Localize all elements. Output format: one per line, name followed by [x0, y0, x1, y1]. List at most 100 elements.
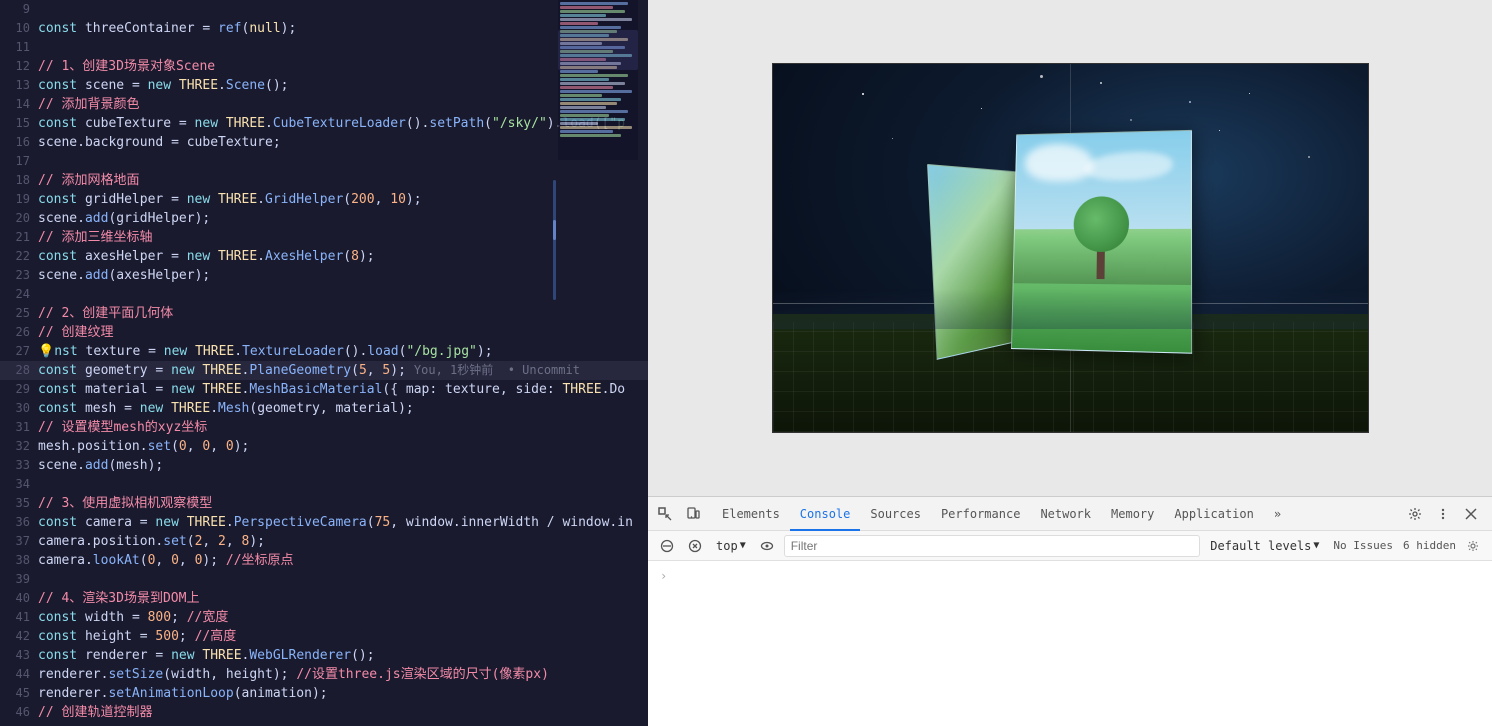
right-panel: Elements Console Sources Performance Net…: [648, 0, 1492, 726]
code-content: const geometry = new THREE.PlaneGeometry…: [38, 361, 648, 380]
tab-console[interactable]: Console: [790, 497, 861, 531]
line-number: 32: [0, 437, 38, 456]
table-row: 38 camera.lookAt(0, 0, 0); //坐标原点: [0, 551, 648, 570]
line-number: 35: [0, 494, 38, 513]
table-row: 12 // 1、创建3D场景对象Scene: [0, 57, 648, 76]
code-content: scene.add(gridHelper);: [38, 209, 648, 228]
table-row: 37 camera.position.set(2, 2, 8);: [0, 532, 648, 551]
line-number: 21: [0, 228, 38, 247]
table-row: 42 const height = 500; //高度: [0, 627, 648, 646]
line-number: 24: [0, 285, 38, 304]
table-row: 36 const camera = new THREE.PerspectiveC…: [0, 513, 648, 532]
table-row: 30 const mesh = new THREE.Mesh(geometry,…: [0, 399, 648, 418]
console-filter-button[interactable]: [684, 535, 706, 557]
tab-network[interactable]: Network: [1030, 497, 1101, 531]
devtools-toolbar: Elements Console Sources Performance Net…: [648, 497, 1492, 531]
inspect-element-button[interactable]: [652, 501, 678, 527]
devtools-settings-button[interactable]: [1402, 501, 1428, 527]
device-toolbar-button[interactable]: [680, 501, 706, 527]
table-row: 40 // 4、渲染3D场景到DOM上: [0, 589, 648, 608]
table-row: 44 renderer.setSize(width, height); //设置…: [0, 665, 648, 684]
devtools-close-button[interactable]: [1458, 501, 1484, 527]
line-number: 46: [0, 703, 38, 722]
hidden-settings-button[interactable]: [1462, 535, 1484, 557]
star: [892, 138, 893, 139]
table-row: 41 const width = 800; //宽度: [0, 608, 648, 627]
table-row: 28 const geometry = new THREE.PlaneGeome…: [0, 361, 648, 380]
minimap-lines: [558, 0, 638, 140]
line-number: 10: [0, 19, 38, 38]
line-number: 45: [0, 684, 38, 703]
code-content: const axesHelper = new THREE.AxesHelper(…: [38, 247, 648, 266]
line-number: 27: [0, 342, 38, 361]
line-number: 37: [0, 532, 38, 551]
table-row: 32 mesh.position.set(0, 0, 0);: [0, 437, 648, 456]
table-row: 29 const material = new THREE.MeshBasicM…: [0, 380, 648, 399]
line-number: 28: [0, 361, 38, 380]
console-toolbar: top ▼ Default levels ▼ No Issues 6 hidde…: [648, 531, 1492, 561]
console-chevron[interactable]: ›: [656, 567, 671, 585]
code-editor[interactable]: 9 10 const threeContainer = ref(null); 1…: [0, 0, 648, 726]
tab-application[interactable]: Application: [1164, 497, 1263, 531]
context-label: top: [716, 539, 738, 553]
devtools-panel: Elements Console Sources Performance Net…: [648, 496, 1492, 726]
code-content: // 3、使用虚拟相机观察模型: [38, 494, 648, 513]
devtools-more-button[interactable]: [1430, 501, 1456, 527]
code-content: // 4、渲染3D场景到DOM上: [38, 589, 648, 608]
table-row: 20 scene.add(gridHelper);: [0, 209, 648, 228]
table-row: 24: [0, 285, 648, 304]
devtools-tabs: Elements Console Sources Performance Net…: [712, 497, 1291, 531]
line-number: 43: [0, 646, 38, 665]
tab-sources[interactable]: Sources: [860, 497, 931, 531]
tab-memory[interactable]: Memory: [1101, 497, 1164, 531]
line-number: 23: [0, 266, 38, 285]
code-content: const renderer = new THREE.WebGLRenderer…: [38, 646, 648, 665]
code-content: const mesh = new THREE.Mesh(geometry, ma…: [38, 399, 648, 418]
table-row: 13 const scene = new THREE.Scene();: [0, 76, 648, 95]
code-content: mesh.position.set(0, 0, 0);: [38, 437, 648, 456]
context-selector[interactable]: top ▼: [712, 537, 750, 555]
line-number: 38: [0, 551, 38, 570]
table-row: 35 // 3、使用虚拟相机观察模型: [0, 494, 648, 513]
table-row: 18 // 添加网格地面: [0, 171, 648, 190]
issues-badge: No Issues: [1329, 539, 1397, 552]
code-content: camera.position.set(2, 2, 8);: [38, 532, 648, 551]
table-row: 15 const cubeTexture = new THREE.CubeTex…: [0, 114, 648, 133]
code-content: // 添加三维坐标轴: [38, 228, 648, 247]
code-content: const camera = new THREE.PerspectiveCame…: [38, 513, 648, 532]
table-row: 10 const threeContainer = ref(null);: [0, 19, 648, 38]
console-filter-input[interactable]: [784, 535, 1201, 557]
console-clear-button[interactable]: [656, 535, 678, 557]
console-content: ›: [648, 561, 1492, 726]
log-levels-selector[interactable]: Default levels ▼: [1206, 537, 1323, 555]
table-row: 45 renderer.setAnimationLoop(animation);: [0, 684, 648, 703]
tab-more[interactable]: »: [1264, 497, 1291, 531]
table-row: 26 // 创建纹理: [0, 323, 648, 342]
code-content: camera.lookAt(0, 0, 0); //坐标原点: [38, 551, 648, 570]
code-content: // 添加网格地面: [38, 171, 648, 190]
line-number: 13: [0, 76, 38, 95]
line-number: 26: [0, 323, 38, 342]
line-number: 33: [0, 456, 38, 475]
minimap: [558, 0, 638, 160]
code-content: // 设置模型mesh的xyz坐标: [38, 418, 648, 437]
line-number: 39: [0, 570, 38, 589]
code-content: 💡nst texture = new THREE.TextureLoader()…: [38, 342, 648, 361]
live-expressions-button[interactable]: [756, 535, 778, 557]
table-row: 16 scene.background = cubeTexture;: [0, 133, 648, 152]
tab-performance[interactable]: Performance: [931, 497, 1030, 531]
table-row: 14 // 添加背景颜色: [0, 95, 648, 114]
code-content: renderer.setSize(width, height); //设置thr…: [38, 665, 648, 684]
code-content: scene.add(mesh);: [38, 456, 648, 475]
line-number: 18: [0, 171, 38, 190]
line-number: 25: [0, 304, 38, 323]
line-number: 29: [0, 380, 38, 399]
line-number: 9: [0, 0, 38, 19]
tab-elements[interactable]: Elements: [712, 497, 790, 531]
threejs-canvas: [772, 63, 1369, 433]
line-number: 12: [0, 57, 38, 76]
table-row: 11: [0, 38, 648, 57]
table-row: 33 scene.add(mesh);: [0, 456, 648, 475]
devtools-right-icons: [1402, 501, 1484, 527]
code-content: renderer.setAnimationLoop(animation);: [38, 684, 648, 703]
